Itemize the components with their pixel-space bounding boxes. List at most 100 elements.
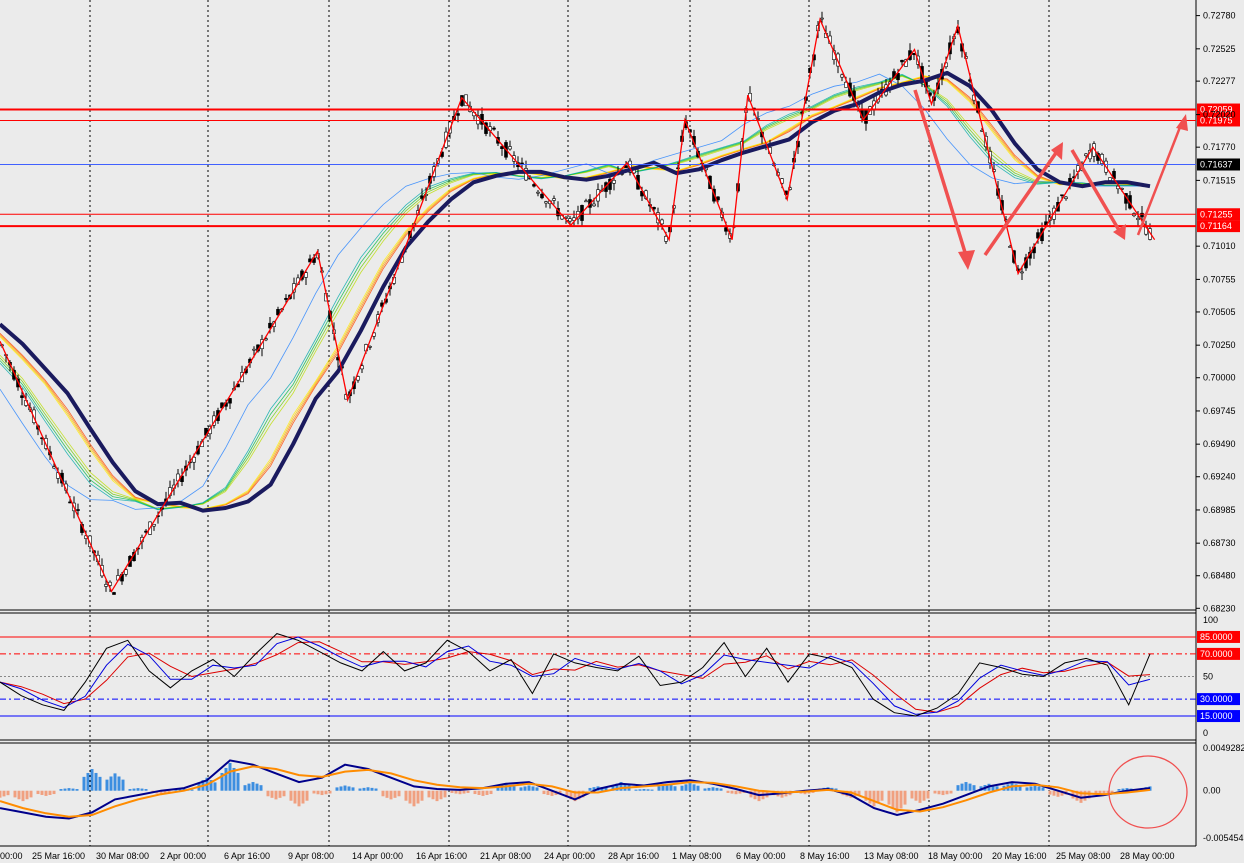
macd-histogram-bar — [650, 789, 654, 791]
candle-body — [420, 195, 424, 199]
macd-histogram-bar — [688, 782, 692, 791]
macd-histogram-bar — [128, 789, 132, 791]
macd-histogram-bar — [466, 790, 470, 793]
macd-histogram-bar — [0, 790, 2, 798]
macd-histogram-bar — [546, 790, 550, 795]
macd-histogram-bar — [680, 785, 684, 791]
candle-body — [652, 207, 656, 210]
macd-histogram-bar — [44, 790, 48, 796]
macd-histogram-bar — [82, 776, 86, 791]
macd-histogram-bar — [48, 790, 52, 795]
macd-histogram-bar — [247, 783, 251, 791]
macd-histogram-bar — [59, 789, 63, 791]
macd-histogram-bar — [94, 772, 98, 791]
macd-histogram-bar — [90, 769, 94, 791]
macd-histogram-bar — [358, 788, 362, 791]
candle-body — [284, 297, 288, 300]
macd-histogram-bar — [711, 787, 715, 791]
time-tick-label: 8 May 16:00 — [800, 851, 850, 861]
macd-histogram-bar — [297, 790, 301, 807]
time-tick-label: 6 Apr 16:00 — [224, 851, 270, 861]
candle-body — [912, 53, 916, 56]
macd-histogram-bar — [324, 790, 328, 795]
macd-histogram-bar — [673, 786, 677, 791]
macd-histogram-bar — [439, 790, 443, 800]
macd-histogram-bar — [949, 790, 953, 794]
macd-histogram-bar — [67, 788, 71, 791]
price-tick-label: 0.71010 — [1203, 241, 1236, 251]
price-tick-label: 0.68985 — [1203, 505, 1236, 515]
macd-histogram-bar — [63, 788, 67, 791]
macd-histogram-bar — [914, 790, 918, 801]
time-tick-label: 28 May 00:00 — [1120, 851, 1175, 861]
macd-histogram-bar — [696, 785, 700, 791]
macd-tick-label: -0.005454 — [1203, 833, 1244, 843]
macd-histogram-bar — [535, 787, 539, 791]
macd-histogram-bar — [289, 790, 293, 801]
candle-body — [568, 218, 572, 222]
macd-histogram-bar — [259, 785, 263, 791]
price-tick-label: 0.71770 — [1203, 142, 1236, 152]
macd-histogram-bar — [370, 787, 374, 791]
stochastic-level-label: 85.0000 — [1200, 632, 1233, 642]
candle-body — [612, 180, 616, 184]
macd-histogram-bar — [918, 790, 922, 803]
macd-histogram-bar — [880, 790, 884, 801]
price-tick-label: 0.68230 — [1203, 603, 1236, 613]
candle-body — [532, 184, 536, 187]
macd-histogram-bar — [657, 786, 661, 791]
macd-histogram-bar — [872, 790, 876, 807]
candle-body — [52, 466, 56, 469]
candle-body — [368, 346, 372, 348]
macd-histogram-bar — [75, 789, 79, 791]
time-tick-label: 25 Mar 16:00 — [32, 851, 85, 861]
trading-chart-terminal[interactable]: 0.720590.719750.712550.71164 85.000070.0… — [0, 0, 1244, 863]
macd-histogram-bar — [489, 790, 493, 795]
time-tick-label: 6 May 00:00 — [736, 851, 786, 861]
macd-histogram-bar — [910, 790, 914, 799]
time-tick-label: 16 Apr 16:00 — [416, 851, 467, 861]
time-tick-label: 28 Apr 16:00 — [608, 851, 659, 861]
macd-histogram-bar — [588, 787, 592, 791]
candle-body — [716, 196, 720, 201]
macd-histogram-bar — [328, 790, 332, 794]
candle-body — [1064, 196, 1068, 199]
time-tick-label: 14 Apr 00:00 — [352, 851, 403, 861]
level-price-label: 0.71255 — [1200, 209, 1233, 219]
macd-histogram-bar — [519, 787, 523, 791]
macd-histogram-bar — [17, 790, 21, 800]
macd-histogram-bar — [105, 779, 109, 791]
macd-histogram-bar — [393, 790, 397, 798]
candle-body — [456, 113, 460, 116]
macd-histogram-bar — [1117, 789, 1121, 791]
candle-body — [1020, 271, 1024, 274]
candle-body — [840, 74, 844, 78]
macd-histogram-bar — [715, 787, 719, 791]
candle-body — [228, 398, 232, 404]
time-tick-label: 9 Apr 08:00 — [288, 851, 334, 861]
bid-price-label: 0.71637 — [1200, 159, 1233, 169]
macd-histogram-bar — [420, 790, 424, 801]
macd-histogram-bar — [339, 786, 343, 791]
macd-histogram-bar — [113, 773, 117, 791]
macd-histogram-bar — [362, 787, 366, 791]
stochastic-tick-label: 50 — [1203, 672, 1213, 682]
macd-histogram-bar — [531, 786, 535, 791]
macd-histogram-bar — [109, 776, 113, 791]
macd-histogram-bar — [450, 790, 454, 793]
macd-histogram-bar — [960, 783, 964, 791]
macd-histogram-bar — [968, 783, 972, 791]
macd-histogram-bar — [443, 790, 447, 798]
macd-histogram-bar — [964, 782, 968, 791]
stochastic-tick-label: 100 — [1203, 615, 1218, 625]
macd-histogram-bar — [121, 779, 125, 791]
stochastic-level-label: 70.0000 — [1200, 649, 1233, 659]
macd-histogram-bar — [926, 790, 930, 799]
macd-histogram-bar — [1033, 785, 1037, 791]
macd-histogram-bar — [1041, 787, 1045, 791]
macd-histogram-bar — [1029, 786, 1033, 791]
macd-histogram-bar — [945, 790, 949, 795]
candle-body — [660, 219, 664, 225]
candle-body — [820, 17, 824, 20]
macd-histogram-bar — [312, 790, 316, 794]
